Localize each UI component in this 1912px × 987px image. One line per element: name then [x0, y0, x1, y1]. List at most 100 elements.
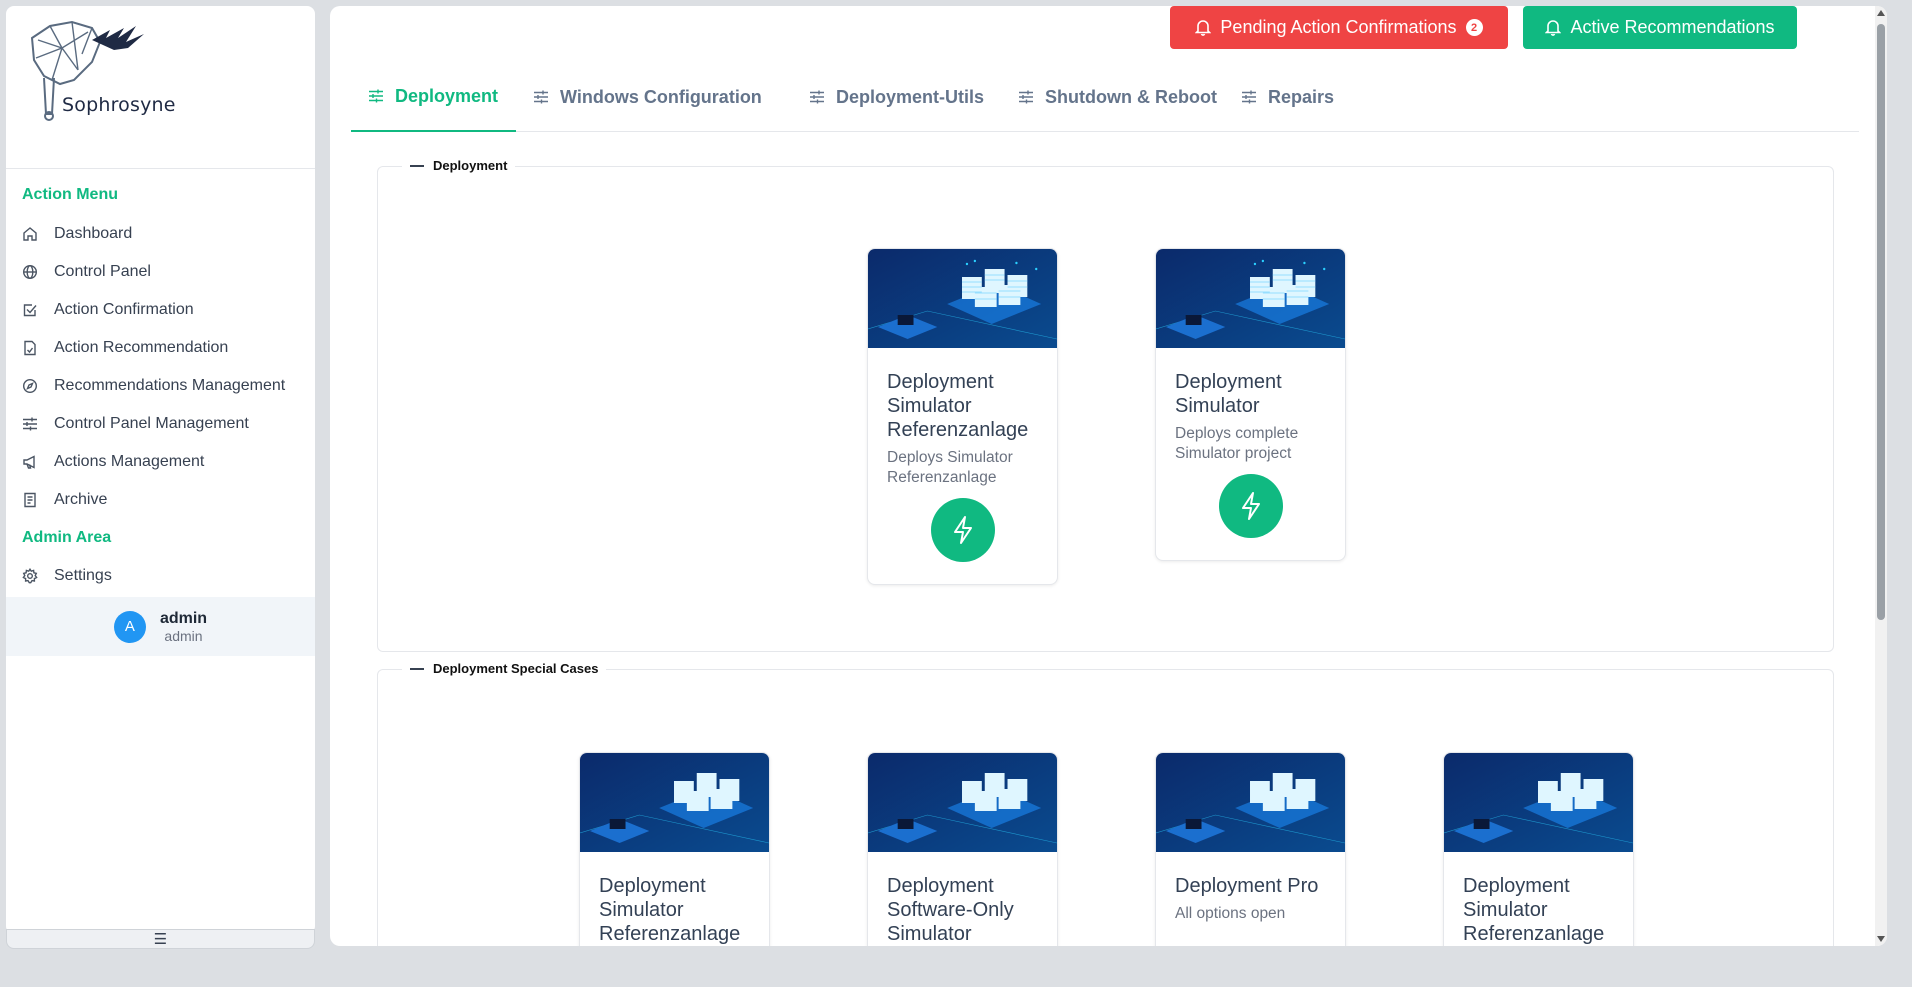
group-legend[interactable]: Deployment	[402, 158, 516, 173]
sliders-icon	[1019, 90, 1033, 104]
sidebar-item-action-confirmation[interactable]: Action Confirmation	[22, 296, 309, 324]
user-name: admin	[159, 609, 208, 627]
sophrosyne-logo[interactable]: Sophrosyne	[22, 18, 175, 130]
pending-confirmations-button[interactable]: Pending Action Confirmations 2	[1170, 6, 1508, 49]
scrollbar-thumb[interactable]	[1877, 24, 1885, 620]
server-illustration	[580, 753, 769, 852]
scroll-up-arrow[interactable]	[1877, 10, 1885, 16]
book-icon	[22, 492, 38, 508]
scrollbar[interactable]	[1875, 6, 1887, 946]
tab-deployment-utils[interactable]: Deployment-Utils	[792, 62, 1000, 132]
sidebar-item-label: Control Panel	[54, 263, 151, 280]
user-profile[interactable]: A admin admin	[6, 597, 315, 656]
sliders-icon	[1242, 90, 1256, 104]
globe-icon	[22, 264, 38, 280]
server-illustration	[868, 753, 1057, 852]
sidebar-item-label: Settings	[54, 567, 112, 584]
group-title: Deployment	[433, 158, 508, 173]
deployment-group: Deployment Deployment Simulator Referenz…	[377, 158, 1834, 652]
tab-label: Windows Configuration	[560, 86, 762, 107]
active-recommendations-button[interactable]: Active Recommendations	[1523, 6, 1797, 49]
tab-label: Shutdown & Reboot	[1045, 86, 1217, 107]
brand-name: Sophrosyne	[62, 94, 176, 116]
server-illustration	[1156, 249, 1345, 348]
hamburger-icon: ☰	[153, 931, 168, 948]
sliders-icon	[22, 416, 38, 432]
lightning-icon	[953, 516, 972, 544]
group-legend[interactable]: Deployment Special Cases	[402, 661, 607, 676]
pending-confirmations-label: Pending Action Confirmations	[1220, 17, 1457, 37]
tab-label: Deployment-Utils	[836, 86, 985, 107]
lightning-icon	[1241, 492, 1260, 520]
sidebar: Sophrosyne Action Menu Dashboard Control…	[6, 6, 315, 934]
tab-shutdown-reboot[interactable]: Shutdown & Reboot	[1001, 62, 1233, 132]
sliders-icon	[810, 90, 824, 104]
pending-count-badge: 2	[1465, 19, 1483, 36]
tab-windows-configuration[interactable]: Windows Configuration	[516, 62, 778, 132]
sidebar-item-recommendations-management[interactable]: Recommendations Management	[22, 372, 309, 400]
tab-label: Repairs	[1268, 86, 1335, 107]
sidebar-item-dashboard[interactable]: Dashboard	[22, 220, 309, 248]
deployment-special-cases-group: Deployment Special Cases Deployment Simu…	[377, 661, 1834, 946]
home-icon	[22, 226, 38, 242]
sidebar-divider	[6, 168, 315, 169]
sidebar-item-label: Action Recommendation	[54, 339, 229, 356]
tab-deployment[interactable]: Deployment	[351, 62, 516, 132]
sidebar-item-label: Control Panel Management	[54, 415, 249, 432]
card-title: Deployment Simulator Referenzanlage	[887, 371, 1029, 441]
tab-repairs[interactable]: Repairs	[1224, 62, 1350, 132]
bell-icon	[1545, 20, 1562, 36]
sliders-icon	[369, 89, 383, 103]
card-description: All options open	[1175, 905, 1286, 922]
card-description: Deploys complete Simulator project	[1175, 425, 1299, 462]
sidebar-item-actions-management[interactable]: Actions Management	[22, 448, 309, 476]
sidebar-toggle[interactable]: ☰	[6, 929, 315, 949]
action-card[interactable]: Deployment Simulator Referenzanlage Depl…	[867, 248, 1058, 585]
avatar: A	[113, 610, 146, 643]
action-card[interactable]: Deployment Pro All options open	[1155, 752, 1346, 946]
server-illustration	[868, 249, 1057, 348]
run-action-button[interactable]	[930, 498, 995, 562]
card-title: Deployment Simulator	[1175, 371, 1282, 417]
sidebar-item-label: Archive	[54, 491, 108, 508]
compass-icon	[22, 378, 38, 394]
action-card[interactable]: Deployment Software-Only Simulator	[867, 752, 1058, 946]
bell-icon	[1195, 20, 1212, 36]
section-title-admin-area: Admin Area	[22, 529, 112, 546]
document-icon	[22, 340, 38, 356]
scroll-down-arrow[interactable]	[1877, 936, 1885, 942]
collapse-icon	[410, 667, 424, 670]
sidebar-item-label: Action Confirmation	[54, 301, 194, 318]
tab-label: Deployment	[395, 85, 499, 106]
action-card[interactable]: Deployment Simulator Referenzanlage	[579, 752, 770, 946]
gear-icon	[22, 568, 38, 584]
sidebar-item-control-panel-management[interactable]: Control Panel Management	[22, 410, 309, 438]
main-content: Pending Action Confirmations 2 Active Re…	[330, 6, 1887, 946]
card-title: Deployment Simulator Referenzanlage	[1463, 875, 1605, 945]
card-title: Deployment Pro	[1175, 875, 1319, 897]
megaphone-icon	[22, 454, 38, 470]
sidebar-item-label: Dashboard	[54, 225, 133, 242]
check-square-icon	[22, 302, 38, 318]
server-illustration	[1156, 753, 1345, 852]
group-title: Deployment Special Cases	[433, 661, 599, 676]
run-action-button[interactable]	[1218, 474, 1283, 538]
sliders-icon	[534, 90, 548, 104]
tab-bar: Deployment Windows Configuration Deploym…	[351, 62, 1859, 132]
action-card[interactable]: Deployment Simulator Referenzanlage	[1443, 752, 1634, 946]
sidebar-item-label: Recommendations Management	[54, 377, 286, 394]
active-recommendations-label: Active Recommendations	[1570, 17, 1775, 37]
sidebar-item-action-recommendation[interactable]: Action Recommendation	[22, 334, 309, 362]
user-role: admin	[164, 627, 203, 644]
card-title: Deployment Simulator Referenzanlage	[599, 875, 741, 945]
server-illustration	[1444, 753, 1633, 852]
action-card[interactable]: Deployment Simulator Deploys complete Si…	[1155, 248, 1346, 561]
sidebar-item-label: Actions Management	[54, 453, 205, 470]
collapse-icon	[410, 164, 424, 167]
sidebar-item-settings[interactable]: Settings	[22, 562, 309, 590]
sidebar-item-control-panel[interactable]: Control Panel	[22, 258, 309, 286]
card-description: Deploys Simulator Referenzanlage	[887, 449, 1013, 486]
sidebar-item-archive[interactable]: Archive	[22, 486, 309, 514]
card-title: Deployment Software-Only Simulator	[887, 875, 1014, 945]
section-title-action-menu: Action Menu	[22, 186, 118, 203]
